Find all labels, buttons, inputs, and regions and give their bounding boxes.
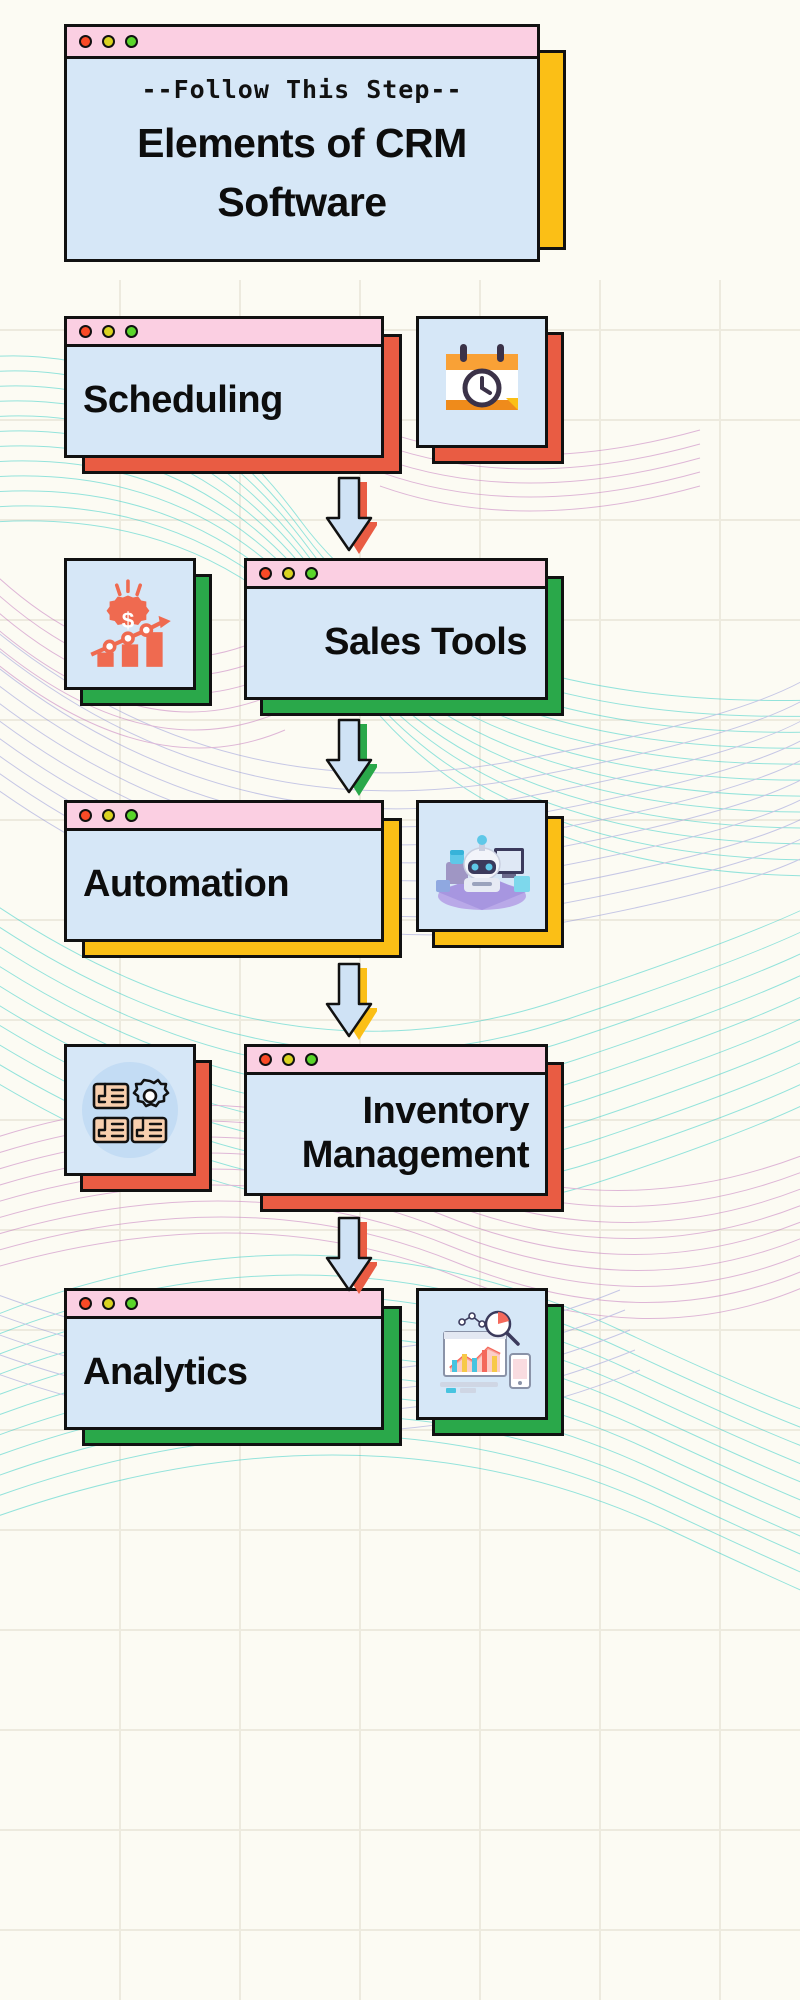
step-card-scheduling[interactable]: Scheduling: [64, 316, 402, 474]
header-kicker: --Follow This Step--: [141, 75, 463, 104]
traffic-light-red-icon[interactable]: [259, 1053, 272, 1066]
icon-holder: [419, 319, 545, 445]
traffic-light-green-icon[interactable]: [125, 35, 138, 48]
step-card-sales-tools[interactable]: Sales Tools: [244, 558, 564, 716]
page-title-line1: Elements of CRM: [137, 120, 467, 166]
analytics-dashboard-icon: [440, 1310, 531, 1393]
traffic-light-green-icon[interactable]: [125, 809, 138, 822]
page-title: Elements of CRM Software: [137, 114, 467, 233]
icon-holder: [419, 1291, 545, 1417]
step-window-inventory: Inventory Management: [244, 1044, 548, 1196]
step-icon-card-sales-tools: $: [64, 558, 212, 706]
icon-window-scheduling: [416, 316, 548, 448]
robot-automation-icon: [436, 835, 530, 910]
background-decoration: [0, 0, 800, 2000]
step-titlebar-automation: [67, 803, 381, 831]
traffic-light-green-icon[interactable]: [125, 325, 138, 338]
step-titlebar-sales-tools: [247, 561, 545, 589]
traffic-light-red-icon[interactable]: [79, 35, 92, 48]
step-titlebar-inventory: [247, 1047, 545, 1075]
sales-growth-chart-icon: $: [90, 579, 171, 667]
header-window: --Follow This Step-- Elements of CRM Sof…: [64, 24, 540, 262]
traffic-light-red-icon[interactable]: [259, 567, 272, 580]
step-label-scheduling: Scheduling: [83, 379, 283, 422]
flow-arrow-2: [325, 718, 379, 798]
step-body-scheduling: Scheduling: [67, 347, 381, 455]
step-body-sales-tools: Sales Tools: [247, 589, 545, 697]
inventory-boxes-gear-icon: [82, 1062, 178, 1158]
step-label-inventory: Inventory Management: [263, 1090, 530, 1177]
traffic-light-yellow-icon[interactable]: [102, 1297, 115, 1310]
icon-window-sales-tools: $: [64, 558, 196, 690]
step-window-sales-tools: Sales Tools: [244, 558, 548, 700]
traffic-light-yellow-icon[interactable]: [102, 35, 115, 48]
step-body-analytics: Analytics: [67, 1319, 381, 1427]
step-icon-card-analytics: [416, 1288, 564, 1436]
step-window-scheduling: Scheduling: [64, 316, 384, 458]
traffic-light-yellow-icon[interactable]: [282, 567, 295, 580]
icon-window-automation: [416, 800, 548, 932]
traffic-light-yellow-icon[interactable]: [282, 1053, 295, 1066]
step-label-inventory-line1: Inventory: [362, 1090, 529, 1133]
step-icon-card-automation: [416, 800, 564, 948]
step-window-automation: Automation: [64, 800, 384, 942]
traffic-light-green-icon[interactable]: [305, 1053, 318, 1066]
icon-window-analytics: [416, 1288, 548, 1420]
step-titlebar-scheduling: [67, 319, 381, 347]
step-card-inventory[interactable]: Inventory Management: [244, 1044, 564, 1212]
step-label-automation: Automation: [83, 863, 290, 906]
traffic-light-red-icon[interactable]: [79, 809, 92, 822]
icon-holder: [419, 803, 545, 929]
header-body: --Follow This Step-- Elements of CRM Sof…: [67, 59, 537, 259]
traffic-light-green-icon[interactable]: [125, 1297, 138, 1310]
step-label-sales-tools: Sales Tools: [324, 621, 527, 664]
icon-holder: $: [67, 561, 193, 687]
step-label-inventory-line2: Management: [301, 1134, 530, 1176]
step-label-analytics: Analytics: [83, 1351, 248, 1394]
traffic-light-green-icon[interactable]: [305, 567, 318, 580]
header-card: --Follow This Step-- Elements of CRM Sof…: [64, 24, 566, 262]
traffic-light-red-icon[interactable]: [79, 325, 92, 338]
calendar-clock-icon: [446, 344, 518, 410]
step-icon-card-scheduling: [416, 316, 564, 464]
flow-arrow-3: [325, 962, 379, 1042]
flow-arrow-4: [325, 1216, 379, 1296]
header-titlebar: [67, 27, 537, 59]
step-card-automation[interactable]: Automation: [64, 800, 402, 958]
page-title-line2: Software: [217, 179, 387, 226]
step-body-inventory: Inventory Management: [247, 1075, 545, 1193]
icon-window-inventory: [64, 1044, 196, 1176]
traffic-light-yellow-icon[interactable]: [102, 809, 115, 822]
step-icon-card-inventory: [64, 1044, 212, 1192]
traffic-light-yellow-icon[interactable]: [102, 325, 115, 338]
svg-text:$: $: [122, 608, 135, 633]
icon-holder: [67, 1047, 193, 1173]
step-card-analytics[interactable]: Analytics: [64, 1288, 402, 1446]
traffic-light-red-icon[interactable]: [79, 1297, 92, 1310]
step-body-automation: Automation: [67, 831, 381, 939]
flow-arrow-1: [325, 476, 379, 556]
step-window-analytics: Analytics: [64, 1288, 384, 1430]
